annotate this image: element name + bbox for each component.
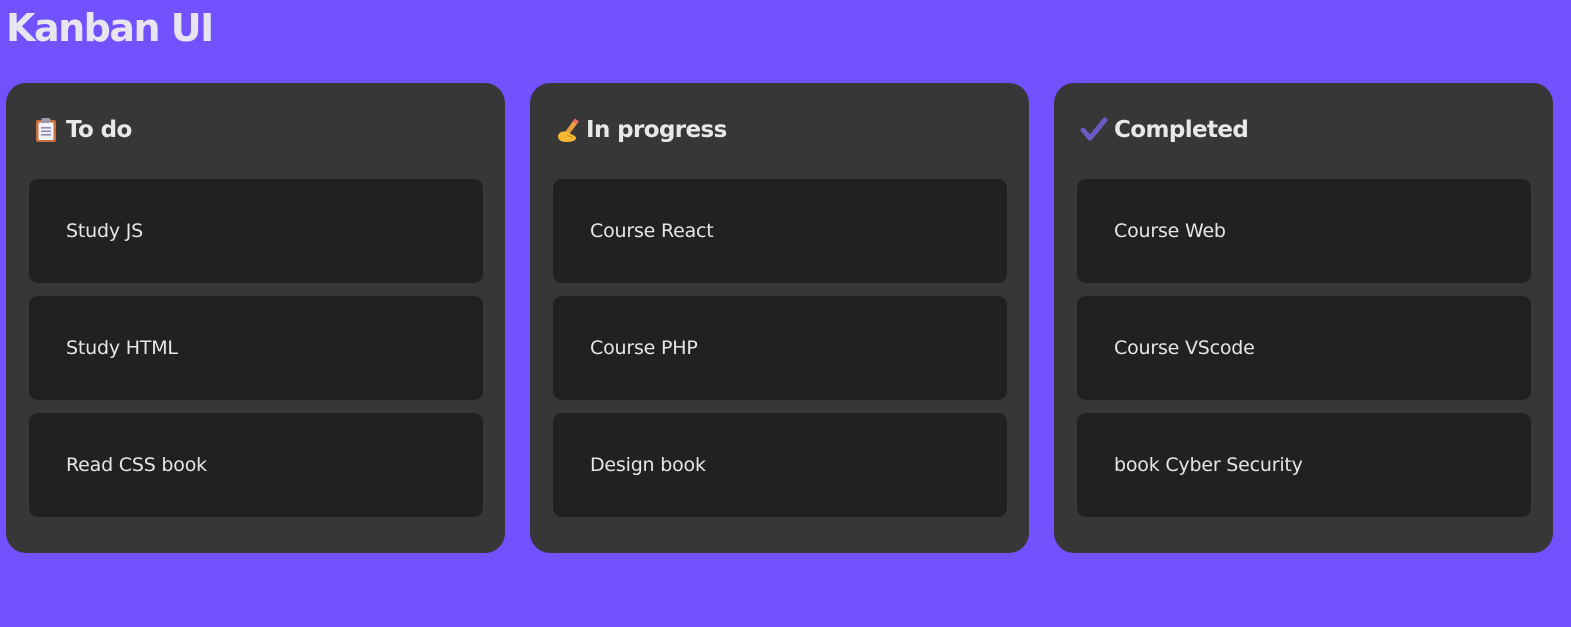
task-card-label: Study JS	[66, 220, 143, 242]
task-card-label: Design book	[590, 454, 706, 476]
clipboard-icon	[32, 116, 60, 144]
task-card[interactable]: Course Web	[1077, 179, 1531, 283]
column-title: In progress	[586, 116, 727, 143]
column-to-do: To do Study JS Study HTML Read CSS book	[6, 83, 505, 553]
task-card[interactable]: book Cyber Security	[1077, 413, 1531, 517]
task-card-label: Course PHP	[590, 337, 698, 359]
column-title: To do	[66, 116, 132, 143]
page-title: Kanban UI	[6, 6, 214, 50]
task-card-label: Read CSS book	[66, 454, 207, 476]
writing-hand-icon	[556, 116, 584, 144]
kanban-board: To do Study JS Study HTML Read CSS book	[6, 83, 1553, 553]
column-in-progress: In progress Course React Course PHP Desi…	[530, 83, 1029, 553]
column-completed: Completed Course Web Course VScode book …	[1054, 83, 1553, 553]
task-card[interactable]: Study JS	[29, 179, 483, 283]
task-card-label: Course VScode	[1114, 337, 1255, 359]
column-header: Completed	[1077, 83, 1531, 179]
task-card-label: book Cyber Security	[1114, 454, 1303, 476]
task-card[interactable]: Study HTML	[29, 296, 483, 400]
column-header: To do	[29, 83, 483, 179]
column-header: In progress	[553, 83, 1007, 179]
column-title: Completed	[1114, 116, 1249, 143]
task-card[interactable]: Design book	[553, 413, 1007, 517]
task-card[interactable]: Course PHP	[553, 296, 1007, 400]
check-mark-icon	[1080, 116, 1108, 144]
task-card-label: Course Web	[1114, 220, 1226, 242]
task-card[interactable]: Course React	[553, 179, 1007, 283]
task-card-label: Study HTML	[66, 337, 178, 359]
task-card[interactable]: Read CSS book	[29, 413, 483, 517]
task-card-label: Course React	[590, 220, 714, 242]
task-card[interactable]: Course VScode	[1077, 296, 1531, 400]
